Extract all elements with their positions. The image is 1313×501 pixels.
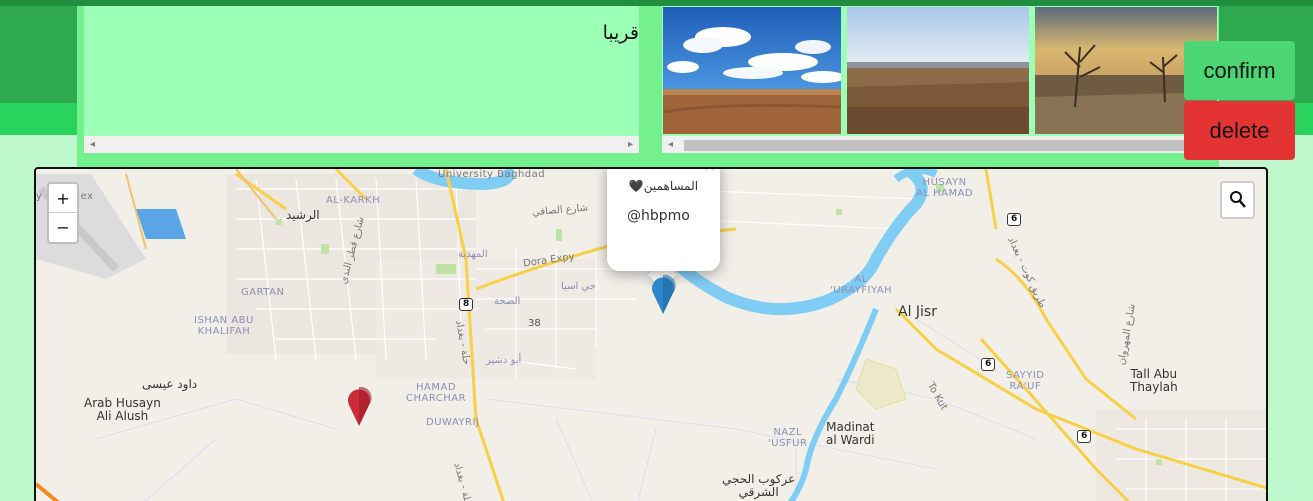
- zoom-out-button[interactable]: −: [49, 213, 77, 242]
- post-editor-panel: قريبا ◂ ▸ ◂: [77, 6, 1219, 168]
- scroll-left-icon[interactable]: ◂: [662, 136, 679, 153]
- label-al-turayfiyah: AL 'URAYFIYAH: [830, 274, 893, 296]
- label-al-jisr: Al Jisr: [898, 304, 937, 320]
- label-hamad-charchar: HAMAD CHARCHAR: [406, 382, 467, 404]
- route-shield-6: 6: [1007, 213, 1022, 226]
- zoom-in-button[interactable]: +: [49, 184, 77, 213]
- label-abu-dshir: أبو دشير: [486, 355, 522, 366]
- label-nazl-usfur: NAZL 'USFUR: [768, 427, 808, 449]
- scroll-right-icon[interactable]: ▸: [622, 136, 639, 153]
- popup-close-icon[interactable]: ×: [703, 169, 716, 175]
- image-strip: [662, 6, 1218, 153]
- label-al-rashid: الرشيد: [286, 208, 320, 222]
- zoom-control: + −: [47, 182, 79, 244]
- post-image-2[interactable]: [847, 7, 1029, 134]
- label-madinat-al-wardi: Madinat al Wardi: [826, 420, 875, 448]
- label-dawud-eisa: داود عيسى: [142, 377, 198, 391]
- scroll-left-icon[interactable]: ◂: [84, 136, 101, 153]
- map-marker-blue-icon[interactable]: [650, 273, 676, 315]
- post-image-1[interactable]: [663, 7, 841, 134]
- confirm-button[interactable]: confirm: [1184, 41, 1295, 100]
- route-shield-6: 6: [1077, 430, 1092, 443]
- map-marker-red-icon[interactable]: [346, 385, 372, 427]
- map-view[interactable]: University Baghdad y Complex AL-KARKH ال…: [34, 167, 1268, 501]
- label-gartan: GARTAN: [241, 287, 285, 298]
- label-route-38: 38: [528, 318, 541, 329]
- image-strip-scrollbar[interactable]: ◂: [662, 136, 1218, 153]
- popup-username: @hbpmo: [627, 208, 690, 224]
- route-shield-6: 6: [981, 358, 996, 371]
- route-shield-8: 8: [459, 298, 474, 311]
- label-arab-husayn: Arab Husayn Ali Alush: [84, 396, 161, 424]
- label-duwayrij: DUWAYRIJ: [426, 417, 480, 428]
- label-hay-asia: حي اسيا: [561, 281, 596, 292]
- popup-title: المساهمين🖤: [628, 179, 699, 193]
- label-ishan-abu-khalifah: ISHAN ABU KHALIFAH: [194, 315, 254, 337]
- label-arkub-al-hajji: عركوب الحجي الشرقي: [722, 472, 796, 500]
- label-husayn-al-hamad: HUSAYN AL HAMAD: [916, 177, 974, 199]
- post-text-area[interactable]: قريبا: [84, 6, 639, 153]
- map-search-button[interactable]: [1220, 181, 1255, 219]
- delete-button[interactable]: delete: [1184, 101, 1295, 160]
- label-al-karkh: AL-KARKH: [326, 195, 381, 206]
- label-tall-abu-thaylah: Tall Abu Thaylah: [1130, 367, 1178, 395]
- map-popup: × المساهمين🖤 @hbpmo: [607, 169, 720, 271]
- label-sayyid-rauf: SAYYID RA'UF: [1006, 370, 1045, 392]
- label-university: University Baghdad: [438, 169, 546, 180]
- text-horizontal-scrollbar[interactable]: ◂ ▸: [84, 136, 639, 153]
- label-mahdia: المهدية: [458, 249, 488, 260]
- scrollbar-thumb[interactable]: [684, 140, 1204, 151]
- post-text: قريبا: [602, 22, 639, 44]
- label-sihha: الصحة: [494, 296, 521, 307]
- search-icon: [1229, 191, 1246, 208]
